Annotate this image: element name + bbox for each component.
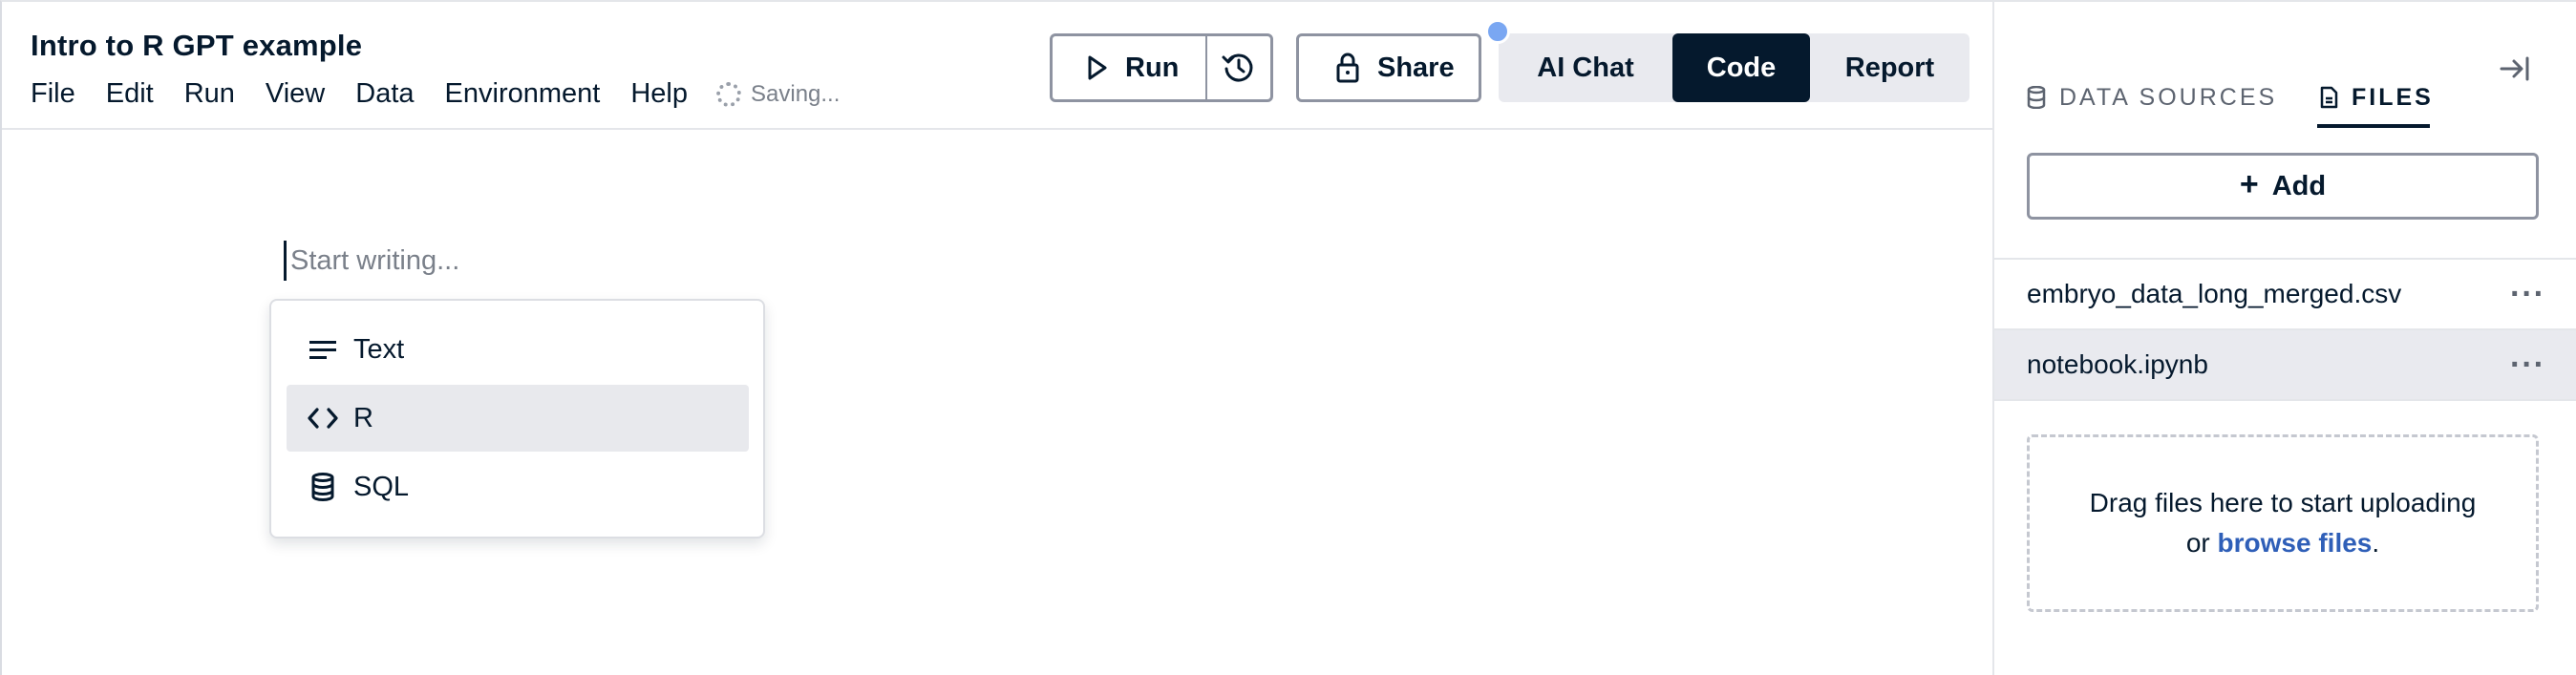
text-lines-icon [308, 334, 338, 365]
menu-file[interactable]: File [31, 78, 75, 110]
run-button[interactable]: Run [1053, 36, 1207, 99]
insert-menu-item-label: SQL [353, 471, 410, 502]
file-icon [2319, 86, 2338, 109]
insert-menu-item-text[interactable]: Text [287, 316, 749, 383]
menu-view[interactable]: View [266, 78, 325, 110]
more-options-icon[interactable]: ··· [2510, 278, 2545, 310]
file-list: embryo_data_long_merged.csv ··· notebook… [1994, 258, 2576, 401]
active-tab-indicator [2317, 124, 2430, 128]
dropzone-text-line2: or browse files. [2186, 523, 2379, 563]
insert-menu-item-label: Text [353, 333, 405, 365]
mode-tab-code[interactable]: Code [1672, 33, 1810, 102]
file-row[interactable]: embryo_data_long_merged.csv ··· [1994, 260, 2576, 330]
browse-files-link[interactable]: browse files [2218, 528, 2373, 558]
collapse-right-icon [2498, 56, 2532, 90]
document-title[interactable]: Intro to R GPT example [31, 29, 362, 63]
history-icon [1221, 50, 1257, 86]
insert-menu-item-label: R [353, 402, 373, 433]
menu-data[interactable]: Data [355, 78, 414, 110]
insert-menu-item-r[interactable]: R [287, 385, 749, 452]
add-file-button[interactable]: + Add [2027, 153, 2539, 220]
run-button-label: Run [1125, 52, 1180, 83]
tab-data-sources[interactable]: DATA SOURCES [2027, 78, 2277, 116]
menu-bar: File Edit Run View Data Environment Help… [31, 78, 840, 110]
database-icon [2027, 86, 2046, 109]
file-name: embryo_data_long_merged.csv [2027, 279, 2402, 308]
files-panel: DATA SOURCES FILES + Add embryo_data_lon… [1992, 2, 2576, 675]
share-button[interactable]: Share [1296, 33, 1481, 102]
menu-help[interactable]: Help [630, 78, 688, 110]
spinner-icon [716, 81, 741, 107]
share-button-label: Share [1377, 52, 1455, 83]
more-options-icon[interactable]: ··· [2510, 348, 2545, 381]
mode-tab-ai-chat[interactable]: AI Chat [1499, 33, 1672, 102]
menu-edit[interactable]: Edit [106, 78, 154, 110]
save-status: Saving... [716, 81, 840, 108]
mode-tab-report[interactable]: Report [1810, 33, 1969, 102]
menu-environment[interactable]: Environment [445, 78, 601, 110]
menu-run[interactable]: Run [184, 78, 235, 110]
run-button-group: Run [1050, 33, 1273, 102]
file-row[interactable]: notebook.ipynb ··· [1994, 330, 2576, 401]
tab-files[interactable]: FILES [2319, 78, 2434, 116]
header: Intro to R GPT example File Edit Run Vie… [2, 2, 1992, 130]
mode-switch: AI Chat Code Report [1499, 33, 1969, 102]
code-brackets-icon [308, 403, 338, 433]
notification-dot [1485, 19, 1510, 44]
database-icon [308, 472, 338, 502]
lock-icon [1335, 53, 1360, 83]
save-status-label: Saving... [751, 80, 841, 107]
main-area: Intro to R GPT example File Edit Run Vie… [2, 2, 1992, 675]
dropzone-prefix: or [2185, 528, 2218, 558]
dropzone-text: Drag files here to start uploading [2089, 488, 2477, 517]
editor-input[interactable]: Start writing... [284, 241, 459, 281]
app-window: Intro to R GPT example File Edit Run Vie… [0, 0, 2576, 675]
run-history-button[interactable] [1207, 36, 1270, 99]
collapse-panel-button[interactable] [2498, 52, 2532, 86]
add-file-button-label: Add [2271, 170, 2327, 201]
insert-cell-menu: Text R SQL [269, 299, 765, 538]
file-dropzone[interactable]: Drag files here to start uploading or br… [2027, 434, 2539, 612]
file-name: notebook.ipynb [2027, 349, 2208, 379]
insert-menu-item-sql[interactable]: SQL [287, 454, 749, 520]
tab-data-sources-label: DATA SOURCES [2059, 83, 2278, 111]
tab-files-label: FILES [2352, 83, 2434, 111]
play-icon [1087, 55, 1108, 80]
plus-icon: + [2239, 165, 2259, 202]
dropzone-suffix: . [2372, 528, 2380, 558]
